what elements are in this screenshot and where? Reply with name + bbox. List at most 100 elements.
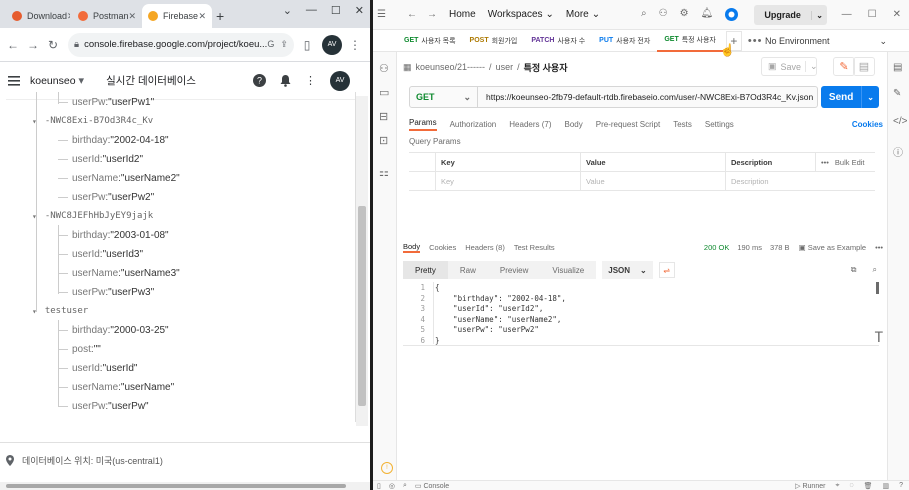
tree-leaf[interactable]: post: "" xyxy=(72,340,101,358)
url-input[interactable]: https://koeunseo-2fb79-default-rtdb.fire… xyxy=(478,92,813,102)
tree-leaf[interactable]: birthday: "2000-03-25" xyxy=(72,321,169,339)
mock-servers-icon[interactable]: ⊡ xyxy=(379,134,388,147)
tab-body[interactable]: Body xyxy=(565,120,583,129)
notification-badge-icon[interactable]: ! xyxy=(381,462,393,474)
tree-leaf[interactable]: userPw: "userPw3" xyxy=(72,283,154,301)
sidebar-toggle-icon[interactable]: ▯ xyxy=(377,482,381,490)
capture-icon[interactable]: ⌖ xyxy=(835,482,839,490)
minimize-icon[interactable]: — xyxy=(306,4,317,17)
tab-tests[interactable]: Tests xyxy=(673,120,692,129)
request-tab-active[interactable]: GET 특정 사용자 xyxy=(657,30,723,52)
info-icon[interactable]: ⓘ xyxy=(893,144,903,159)
param-key-input[interactable]: Key xyxy=(435,172,580,191)
more-icon[interactable]: ••• xyxy=(875,243,883,252)
hamburger-menu-icon[interactable] xyxy=(8,75,20,86)
response-tab-headers[interactable]: Headers (8) xyxy=(465,243,505,252)
close-icon[interactable]: ✕ xyxy=(198,11,206,22)
more-menu[interactable]: More ⌄ xyxy=(566,9,600,20)
browser-tab-download[interactable]: Download ✕ xyxy=(6,4,70,28)
user-icon[interactable]: ⚇ xyxy=(379,62,389,75)
tree-leaf[interactable]: birthday: "2002-04-18" xyxy=(72,131,169,149)
browser-tab-firebase[interactable]: Firebase ✕ xyxy=(142,4,212,28)
apis-icon[interactable]: ⊟ xyxy=(379,110,388,123)
scrollbar-thumb[interactable] xyxy=(6,484,346,488)
reload-icon[interactable]: ↻ xyxy=(44,36,62,54)
close-icon[interactable]: ✕ xyxy=(67,11,70,22)
save-as-example-button[interactable]: ▣ Save as Example xyxy=(799,243,867,252)
documentation-icon[interactable]: ▤ xyxy=(893,62,902,73)
close-icon[interactable]: ✕ xyxy=(129,11,137,22)
tree-leaf[interactable]: userPw: "userPw2" xyxy=(72,188,154,206)
share-icon[interactable]: ⇪ xyxy=(280,39,288,50)
response-body[interactable]: 1 {2 "birthday": "2002-04-18", 3 "userId":… xyxy=(403,282,883,348)
search-icon[interactable]: ⌕ xyxy=(873,265,877,275)
profile-avatar[interactable]: AV xyxy=(322,34,342,55)
forward-icon[interactable]: → xyxy=(427,9,437,20)
scrollbar-thumb[interactable] xyxy=(358,206,366,406)
kebab-menu-icon[interactable]: ⋮ xyxy=(346,36,364,54)
status-badge[interactable]: 200 OK xyxy=(704,243,729,252)
console-button[interactable]: ▭ Console xyxy=(415,482,449,490)
new-tab-button[interactable]: + xyxy=(216,8,224,24)
tab-params[interactable]: Params xyxy=(409,118,437,131)
response-tab-body[interactable]: Body xyxy=(403,242,421,253)
settings-gear-icon[interactable]: ⚙ xyxy=(680,8,689,21)
browser-tab-postman[interactable]: Postman ✕ xyxy=(72,4,140,28)
view-raw[interactable]: Raw xyxy=(447,261,488,279)
sidepanel-icon[interactable]: ▯ xyxy=(298,36,316,54)
invite-user-icon[interactable]: ⚇ xyxy=(659,8,668,21)
back-icon[interactable]: ← xyxy=(407,9,417,20)
edit-pencil-icon[interactable]: ✎ xyxy=(833,57,855,76)
collections-icon[interactable]: ▭ xyxy=(379,86,389,99)
more-vert-icon[interactable]: ⋮ xyxy=(305,74,316,87)
search-icon[interactable]: ⌕ xyxy=(641,8,647,21)
layout-icon[interactable]: ▥ xyxy=(882,482,889,490)
chevron-down-icon[interactable]: ⌄ xyxy=(811,10,827,20)
history-icon[interactable]: ⚏ xyxy=(379,166,389,179)
response-size[interactable]: 378 B xyxy=(770,243,790,252)
lock-icon[interactable]: 🔒︎ xyxy=(74,39,79,50)
chevron-down-icon[interactable]: ▾ xyxy=(79,74,85,87)
runner-button[interactable]: ▷ Runner xyxy=(795,482,825,490)
breadcrumb-collection[interactable]: koeunseo/21------ xyxy=(416,62,486,72)
response-time[interactable]: 190 ms xyxy=(737,243,762,252)
hamburger-menu-icon[interactable]: ☰ xyxy=(377,9,397,20)
tree-leaf[interactable]: userId: "userId" xyxy=(72,359,137,377)
trash-icon[interactable]: 🗑︎ xyxy=(864,482,873,490)
cookies-link[interactable]: Cookies xyxy=(852,120,883,129)
tab-authorization[interactable]: Authorization xyxy=(450,120,497,129)
chevron-down-icon[interactable]: ⌄ xyxy=(805,61,822,72)
tab-settings[interactable]: Settings xyxy=(705,120,734,129)
request-tab[interactable]: PUT 사용자 전자 xyxy=(592,30,657,52)
method-selector[interactable]: GET ⌄ xyxy=(410,87,478,107)
send-button[interactable]: Send ⌄ xyxy=(821,86,879,108)
bulk-edit-link[interactable]: ••• Bulk Edit xyxy=(815,153,875,172)
view-preview[interactable]: Preview xyxy=(487,261,541,279)
format-selector[interactable]: JSON ⌄ xyxy=(602,261,653,279)
request-tab[interactable]: GET 사용자 목록 xyxy=(397,30,463,52)
home-link[interactable]: Home xyxy=(449,9,476,20)
view-pretty[interactable]: Pretty xyxy=(403,261,448,279)
project-name[interactable]: koeunseo xyxy=(30,75,76,87)
chevron-down-icon[interactable]: ⌄ xyxy=(283,4,292,17)
back-icon[interactable]: ← xyxy=(4,36,22,54)
online-status-icon[interactable]: ◎ xyxy=(389,482,395,490)
param-description-input[interactable]: Description xyxy=(725,172,875,191)
tree-node[interactable]: ▾ -NWC8JEFhHbJyEY9jajk xyxy=(32,207,153,225)
response-tab-cookies[interactable]: Cookies xyxy=(429,243,456,252)
tab-pre-request-script[interactable]: Pre-request Script xyxy=(596,120,660,129)
breadcrumb-request[interactable]: 특정 사용자 xyxy=(524,61,568,74)
save-button[interactable]: ▣ Save ⌄ xyxy=(761,57,818,76)
address-bar[interactable]: 🔒︎ console.firebase.google.com/project/k… xyxy=(68,32,294,57)
tree-leaf[interactable]: userPw: "userPw1" xyxy=(72,93,154,111)
google-icon[interactable]: G xyxy=(267,39,274,50)
tree-leaf[interactable]: userName: "userName2" xyxy=(72,169,180,187)
scrollbar-thumb[interactable] xyxy=(876,282,879,294)
chevron-down-icon[interactable]: ⌄ xyxy=(861,86,879,108)
notifications-bell-icon[interactable] xyxy=(280,74,291,87)
vertical-scrollbar[interactable] xyxy=(356,96,368,426)
copy-icon[interactable]: ⧉ xyxy=(851,265,857,275)
tab-headers[interactable]: Headers (7) xyxy=(509,120,551,129)
view-visualize[interactable]: Visualize xyxy=(540,261,597,279)
tree-node[interactable]: ▾ -NWC8Exi-B7Od3R4c_Kv xyxy=(32,112,153,130)
